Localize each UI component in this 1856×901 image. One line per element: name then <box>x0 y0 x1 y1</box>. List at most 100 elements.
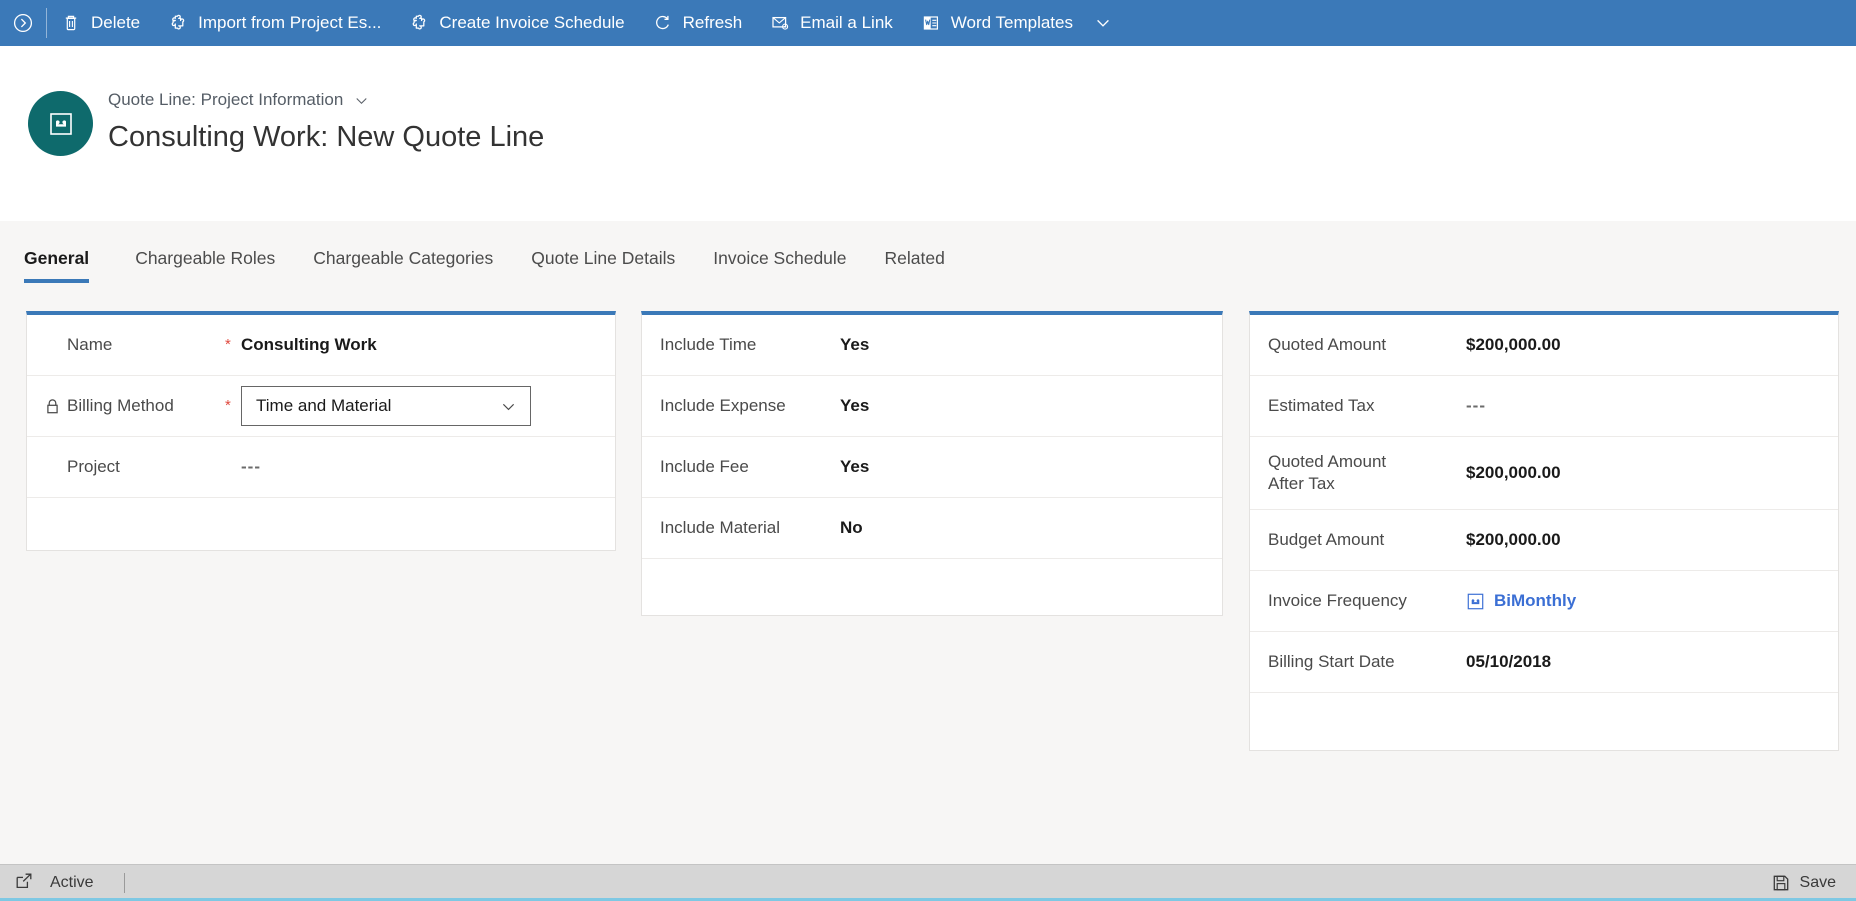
import-from-project-estimate-button[interactable]: Import from Project Es... <box>154 0 395 46</box>
email-link-icon <box>770 13 790 33</box>
field-row-estimated-tax: Estimated Tax --- <box>1250 376 1838 437</box>
estimated-tax-value[interactable]: --- <box>1466 395 1816 417</box>
field-row-include-time: Include Time Yes <box>642 315 1222 376</box>
expand-navigation-button[interactable] <box>0 0 46 46</box>
status-bar-left: Active <box>0 871 125 896</box>
billing-start-date-value[interactable]: 05/10/2018 <box>1466 651 1816 673</box>
status-badge: Active <box>50 874 94 892</box>
include-expense-value[interactable]: Yes <box>840 395 1200 417</box>
billing-method-required-indicator: * <box>225 399 241 413</box>
field-row-include-material: Include Material No <box>642 498 1222 559</box>
entity-type-selector[interactable]: Quote Line: Project Information <box>108 88 544 112</box>
word-icon <box>921 13 941 33</box>
billing-method-select[interactable]: Time and Material <box>241 386 531 426</box>
puzzle-icon <box>409 13 429 33</box>
tab-quote-line-details[interactable]: Quote Line Details <box>512 243 694 283</box>
card-general-filler <box>27 498 615 542</box>
include-time-value[interactable]: Yes <box>840 334 1200 356</box>
billing-method-label: Billing Method <box>45 395 225 417</box>
quote-line-entity-icon <box>47 110 75 138</box>
import-button-label: Import from Project Es... <box>198 13 381 33</box>
command-bar: Delete Import from Project Es... Create … <box>0 0 1856 46</box>
open-in-new-window-icon-glyph <box>14 871 34 891</box>
tab-related[interactable]: Related <box>866 243 964 283</box>
budget-amount-label: Budget Amount <box>1268 529 1466 551</box>
name-required-indicator: * <box>225 338 241 352</box>
form-body: General Chargeable Roles Chargeable Cate… <box>0 221 1856 864</box>
quoted-after-tax-label-line2: After Tax <box>1268 473 1386 495</box>
save-button-label: Save <box>1800 874 1836 892</box>
include-material-label: Include Material <box>660 517 840 539</box>
word-templates-label: Word Templates <box>951 13 1073 33</box>
name-label-text: Name <box>67 334 112 356</box>
status-bar: Active Save <box>0 864 1856 901</box>
refresh-button[interactable]: Refresh <box>639 0 757 46</box>
include-fee-value[interactable]: Yes <box>840 456 1200 478</box>
status-divider <box>124 873 125 893</box>
project-label-text: Project <box>67 456 120 478</box>
quoted-after-tax-label-line1: Quoted Amount <box>1268 451 1386 473</box>
record-entity-icon <box>1466 592 1485 611</box>
name-label: Name <box>45 334 225 356</box>
budget-amount-value[interactable]: $200,000.00 <box>1466 529 1816 551</box>
include-fee-label: Include Fee <box>660 456 840 478</box>
include-expense-label: Include Expense <box>660 395 840 417</box>
delete-button-label: Delete <box>91 13 140 33</box>
tab-chargeable-roles[interactable]: Chargeable Roles <box>116 243 294 283</box>
lock-icon <box>45 398 61 415</box>
field-row-quoted-amount: Quoted Amount $200,000.00 <box>1250 315 1838 376</box>
invoice-frequency-link-text: BiMonthly <box>1494 590 1576 612</box>
create-invoice-schedule-button[interactable]: Create Invoice Schedule <box>395 0 638 46</box>
email-a-link-button[interactable]: Email a Link <box>756 0 907 46</box>
name-value[interactable]: Consulting Work <box>241 334 593 356</box>
project-label: Project <box>45 456 225 478</box>
save-button[interactable]: Save <box>1771 873 1856 893</box>
tab-related-label: Related <box>885 248 945 268</box>
save-disk-icon <box>1771 873 1791 893</box>
billing-method-selected-value: Time and Material <box>256 396 391 416</box>
field-row-include-fee: Include Fee Yes <box>642 437 1222 498</box>
chevron-down-icon <box>499 397 518 416</box>
chevron-right-circle-icon <box>13 13 33 33</box>
project-value[interactable]: --- <box>241 456 593 478</box>
field-row-budget-amount: Budget Amount $200,000.00 <box>1250 510 1838 571</box>
record-header: Quote Line: Project Information Consulti… <box>0 46 1856 221</box>
trash-icon <box>61 13 81 33</box>
estimated-tax-label: Estimated Tax <box>1268 395 1466 417</box>
chevron-down-icon <box>1093 13 1113 33</box>
quoted-amount-after-tax-value[interactable]: $200,000.00 <box>1466 462 1816 484</box>
delete-button[interactable]: Delete <box>47 0 154 46</box>
header-text-block: Quote Line: Project Information Consulti… <box>108 88 544 158</box>
quoted-amount-label: Quoted Amount <box>1268 334 1466 356</box>
tab-chargeable-roles-label: Chargeable Roles <box>135 248 275 268</box>
lock-icon-glyph <box>45 398 60 415</box>
open-in-new-window-icon[interactable] <box>14 871 34 896</box>
invoice-frequency-label: Invoice Frequency <box>1268 590 1466 612</box>
tab-chargeable-categories-label: Chargeable Categories <box>313 248 493 268</box>
field-row-billing-method: Billing Method * Time and Material <box>27 376 615 437</box>
field-row-quoted-amount-after-tax: Quoted Amount After Tax $200,000.00 <box>1250 437 1838 510</box>
card-general: Name * Consulting Work Billing Method * <box>26 311 616 551</box>
quoted-amount-value[interactable]: $200,000.00 <box>1466 334 1816 356</box>
invoice-frequency-value[interactable]: BiMonthly <box>1466 590 1816 612</box>
card-includes: Include Time Yes Include Expense Yes Inc… <box>641 311 1223 616</box>
tab-invoice-schedule[interactable]: Invoice Schedule <box>694 243 865 283</box>
chevron-down-icon <box>353 92 370 109</box>
entity-type-label: Quote Line: Project Information <box>108 88 343 112</box>
field-row-project: Project --- <box>27 437 615 498</box>
word-templates-button[interactable]: Word Templates <box>907 0 1127 46</box>
tab-strip: General Chargeable Roles Chargeable Cate… <box>0 243 1856 295</box>
billing-start-date-label: Billing Start Date <box>1268 651 1466 673</box>
page-title: Consulting Work: New Quote Line <box>108 116 544 158</box>
tab-chargeable-categories[interactable]: Chargeable Categories <box>294 243 512 283</box>
tab-general[interactable]: General <box>24 243 108 283</box>
card-amounts-filler <box>1250 693 1838 723</box>
tab-general-label: General <box>24 248 89 268</box>
include-material-value[interactable]: No <box>840 517 1200 539</box>
create-invoice-schedule-label: Create Invoice Schedule <box>439 13 624 33</box>
email-a-link-label: Email a Link <box>800 13 893 33</box>
billing-method-label-text: Billing Method <box>67 395 174 417</box>
quoted-amount-after-tax-label: Quoted Amount After Tax <box>1268 451 1466 495</box>
tab-quote-line-details-label: Quote Line Details <box>531 248 675 268</box>
refresh-button-label: Refresh <box>683 13 743 33</box>
